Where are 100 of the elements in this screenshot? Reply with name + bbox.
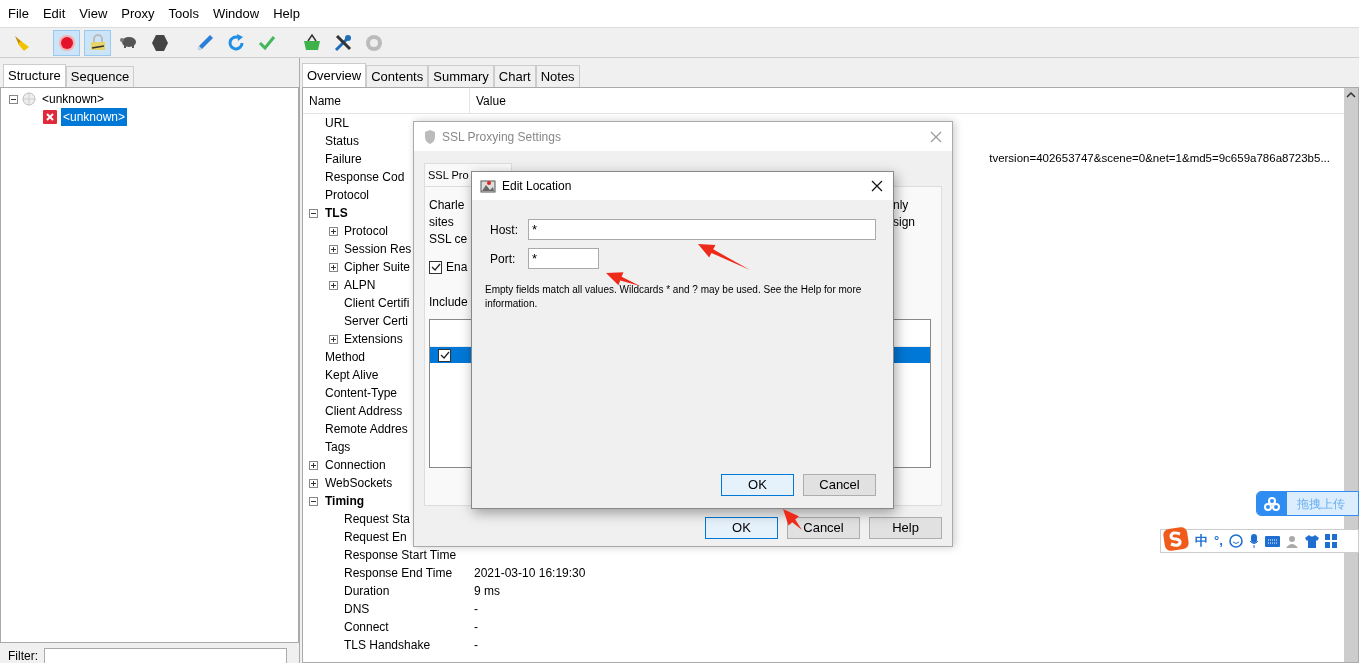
tools-icon [332, 32, 353, 53]
property-name: DNS [344, 601, 370, 618]
smiley-icon[interactable] [1228, 534, 1243, 548]
record-icon [56, 32, 77, 53]
microphone-icon[interactable] [1248, 534, 1259, 548]
column-header[interactable]: Name [303, 88, 470, 113]
annotation-arrow [783, 509, 802, 530]
description-text: Charle [429, 197, 466, 214]
property-name: Request Sta [344, 511, 411, 528]
menu-item[interactable]: Help [273, 3, 300, 24]
expand-icon[interactable] [329, 226, 338, 236]
settings-icon [363, 32, 384, 53]
filter-label: Filter: [8, 648, 38, 663]
property-name: Kept Alive [325, 367, 379, 384]
menu-item[interactable]: Window [212, 3, 260, 24]
property-value: - [473, 619, 478, 636]
shirt-icon[interactable] [1304, 534, 1319, 548]
menu-item[interactable]: File [8, 3, 29, 24]
property-name: Content-Type [325, 385, 398, 402]
property-name: Request En [344, 529, 407, 546]
row-checkbox[interactable] [438, 348, 451, 362]
expand-icon[interactable] [329, 244, 338, 254]
property-name: Cipher Suite [344, 259, 411, 276]
property-name: Status [325, 133, 360, 150]
description-text: sites [429, 214, 455, 231]
field-label: Host: [490, 221, 519, 239]
dialog-button[interactable]: Cancel [803, 474, 876, 496]
text-field[interactable]: * [527, 219, 876, 240]
filter-field[interactable] [44, 648, 287, 663]
property-name: Duration [344, 583, 390, 600]
tree-item[interactable]: <unknown> [61, 108, 128, 126]
menu-item[interactable]: Tools [168, 3, 199, 24]
collapse-icon[interactable] [9, 94, 18, 104]
ime-mode[interactable]: 中 [1195, 531, 1208, 551]
tab[interactable]: Overview [302, 63, 367, 87]
tab[interactable]: Sequence [65, 66, 135, 87]
scroll-up-icon[interactable] [1346, 90, 1356, 100]
property-name: Client Address [325, 403, 403, 420]
ime-punctuation[interactable]: °, [1214, 531, 1223, 551]
property-name: TLS [325, 205, 348, 222]
picture-frame-icon [480, 178, 496, 194]
description-text: sign [893, 214, 916, 231]
tab[interactable]: Notes [535, 65, 580, 87]
menu-item[interactable]: Edit [42, 3, 66, 24]
stop-icon [149, 32, 170, 53]
menu-item[interactable]: View [79, 3, 108, 24]
expand-icon[interactable] [309, 460, 318, 470]
collapse-icon[interactable] [309, 496, 318, 506]
property-name: Failure [325, 151, 362, 168]
field-label: Port: [490, 250, 517, 268]
property-value: - [473, 601, 478, 618]
dialog-button[interactable]: Cancel [787, 517, 860, 539]
window-title: SSL Proxying Settings [442, 128, 561, 146]
dialog-button[interactable]: OK [705, 517, 778, 539]
expand-icon[interactable] [329, 280, 338, 290]
enable-checkbox[interactable] [429, 260, 442, 274]
dialog-button[interactable]: OK [721, 474, 794, 496]
tree-item[interactable]: <unknown> [40, 90, 107, 108]
property-name: Connect [344, 619, 389, 636]
toolbar-button[interactable] [84, 29, 111, 56]
property-name: TLS Handshake [344, 637, 431, 654]
tab[interactable]: Contents [366, 65, 429, 87]
dialog-button[interactable]: Help [869, 517, 942, 539]
basket-icon [301, 32, 322, 53]
tab[interactable]: Structure [3, 64, 66, 87]
include-label: Include [429, 294, 468, 311]
globe-icon [22, 92, 36, 106]
close-icon[interactable] [871, 180, 883, 192]
property-name: Client Certifi [344, 295, 410, 312]
collapse-icon[interactable] [309, 208, 318, 218]
property-name: Tags [325, 439, 351, 456]
error-icon [43, 110, 57, 124]
scrollbar[interactable] [1344, 88, 1358, 662]
tab[interactable]: Chart [493, 65, 536, 87]
expand-icon[interactable] [329, 262, 338, 272]
upload-label: 拖拽上传 [1297, 495, 1345, 513]
property-name: URL [325, 115, 349, 132]
property-name: Connection [325, 457, 386, 474]
property-name: Timing [325, 493, 365, 510]
grid-icon[interactable] [1324, 534, 1337, 548]
keyboard-icon[interactable] [1264, 535, 1280, 547]
menu-item[interactable]: Proxy [121, 3, 155, 24]
property-name: Protocol [325, 187, 370, 204]
property-name: Method [325, 349, 366, 366]
property-name: Session Res [344, 241, 412, 258]
property-name: Response Cod [325, 169, 405, 186]
shield-icon [424, 129, 436, 144]
column-header[interactable]: Value [470, 88, 506, 113]
tab[interactable]: Summary [428, 65, 494, 87]
property-value: - [473, 637, 478, 654]
property-name: Protocol [344, 223, 389, 240]
description-text: nly [893, 197, 910, 214]
text-field[interactable]: * [528, 248, 599, 269]
expand-icon[interactable] [329, 334, 338, 344]
property-name: Remote Addres [325, 421, 408, 438]
expand-icon[interactable] [309, 478, 318, 488]
annotation-arrow [606, 272, 640, 286]
property-name: Response End Time [344, 565, 453, 582]
property-name: Response Start Time [344, 547, 457, 564]
cloud-icon [1264, 496, 1280, 511]
